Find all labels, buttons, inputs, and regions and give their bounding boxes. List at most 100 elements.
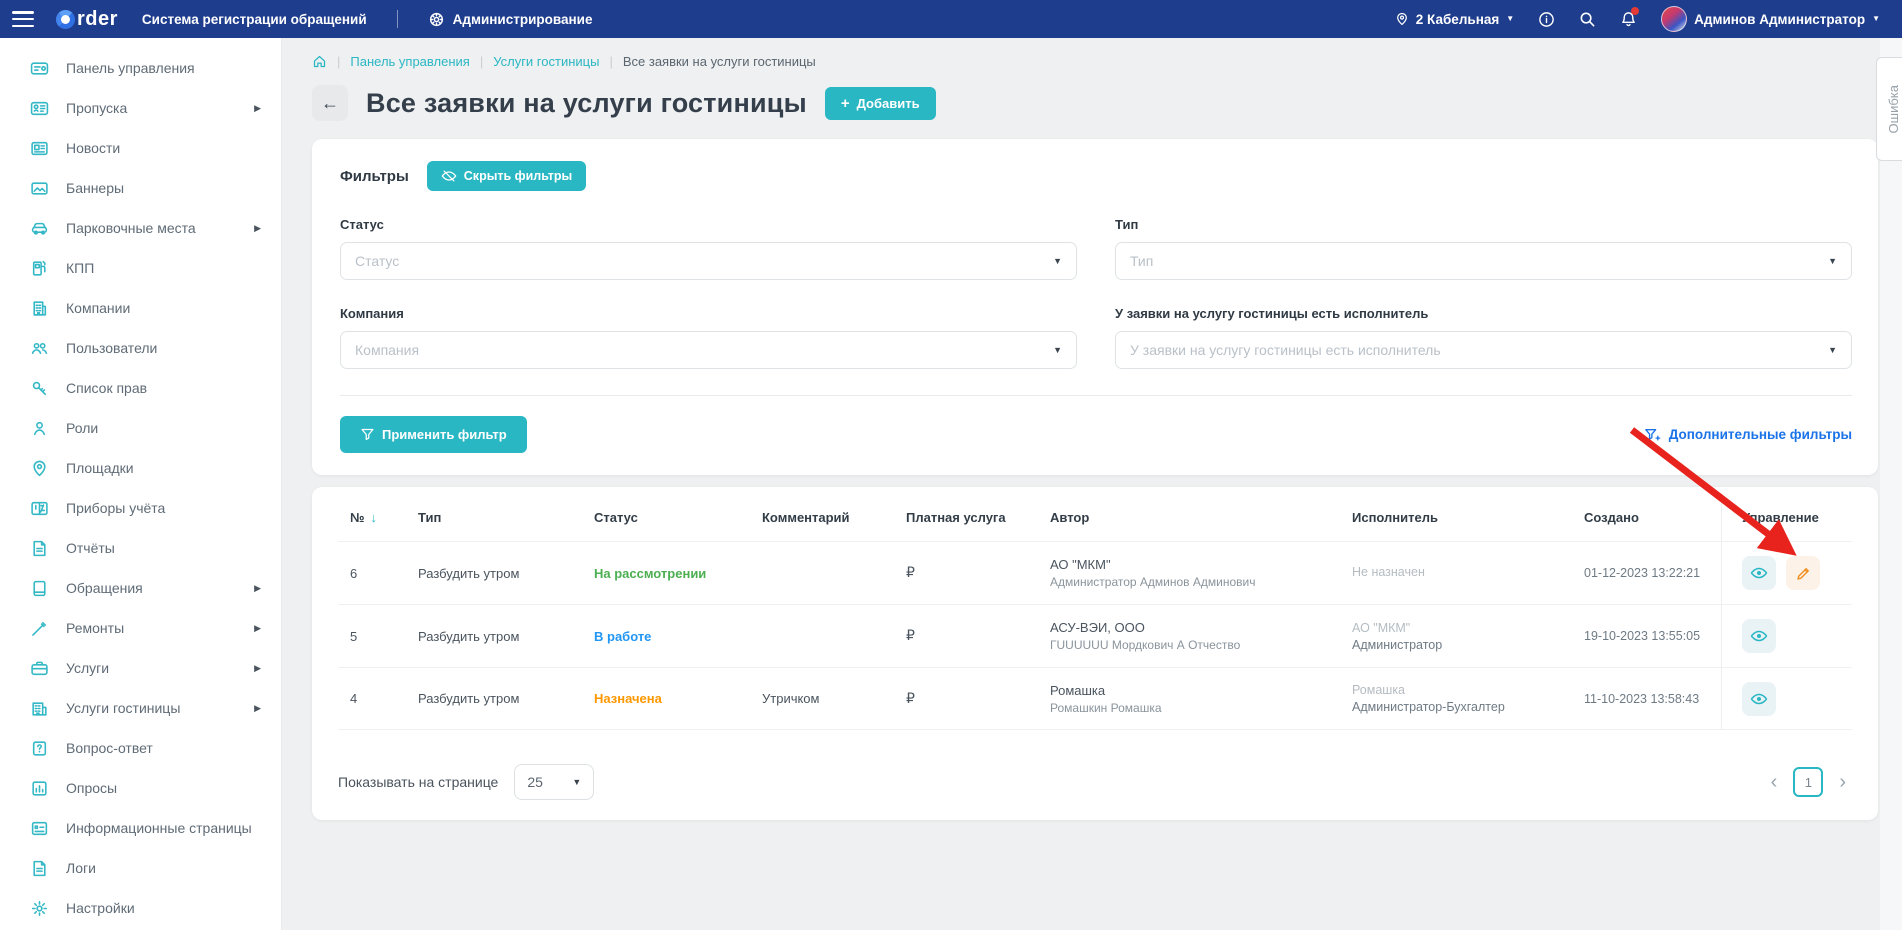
sidebar-item[interactable]: Информационные страницы [0, 808, 281, 848]
cell-executor: Не назначен [1352, 565, 1584, 582]
funnel-plus-icon [1644, 427, 1661, 443]
sidebar-item[interactable]: Баннеры [0, 168, 281, 208]
sidebar-item-label: Услуги [66, 660, 109, 676]
hotel-services-icon [30, 699, 49, 718]
sidebar-item-label: Отчёты [66, 540, 115, 556]
column-header: Статус [594, 510, 762, 525]
breadcrumb-separator: | [337, 54, 340, 69]
author-company: АО "МКМ" [1050, 557, 1352, 572]
current-page[interactable]: 1 [1793, 767, 1823, 797]
appeals-icon [30, 579, 49, 598]
filter-select[interactable]: У заявки на услугу гостиницы есть исполн… [1115, 331, 1852, 369]
filter-select-placeholder: Тип [1130, 253, 1828, 269]
notifications-bell-icon[interactable] [1620, 10, 1637, 28]
sidebar-item[interactable]: Приборы учёта [0, 488, 281, 528]
sidebar-item[interactable]: Логи [0, 848, 281, 888]
sidebar-item-label: Настройки [66, 900, 135, 916]
column-header: Платная услуга [906, 510, 1050, 525]
sidebar-item[interactable]: Панель управления [0, 48, 281, 88]
sidebar-item[interactable]: Услуги гостиницы▶ [0, 688, 281, 728]
info-icon[interactable] [1538, 11, 1555, 28]
filter-select[interactable]: Статус▼ [340, 242, 1077, 280]
sidebar-item-label: Обращения [66, 580, 143, 596]
column-header-label: № [350, 510, 365, 525]
executor-company: Не назначен [1352, 565, 1584, 579]
cell-manage [1721, 542, 1852, 604]
app-logo[interactable]: rder [56, 8, 118, 31]
sidebar-item-label: Услуги гостиницы [66, 700, 180, 716]
author-name: ГUUUUUU Мордкович А Отчество [1050, 638, 1352, 652]
sidebar-item[interactable]: Настройки [0, 888, 281, 928]
filter-select-placeholder: У заявки на услугу гостиницы есть исполн… [1130, 342, 1828, 358]
sidebar-item[interactable]: Обращения ▶ [0, 568, 281, 608]
sidebar-item[interactable]: Отчёты [0, 528, 281, 568]
user-menu[interactable]: Админов Администратор ▼ [1661, 6, 1880, 32]
home-icon[interactable] [312, 54, 327, 69]
sidebar-item[interactable]: Пропуска▶ [0, 88, 281, 128]
sidebar-item[interactable]: Вопрос-ответ [0, 728, 281, 768]
sidebar-item[interactable]: Парковочные места▶ [0, 208, 281, 248]
sidebar-item[interactable]: Роли [0, 408, 281, 448]
view-button[interactable] [1742, 556, 1776, 590]
sidebar-item-label: Новости [66, 140, 120, 156]
next-page-button[interactable]: › [1839, 772, 1846, 792]
hide-filters-button[interactable]: Скрыть фильтры [427, 161, 586, 191]
filter-select[interactable]: Компания▼ [340, 331, 1077, 369]
per-page-select[interactable]: 25 ▼ [514, 764, 594, 800]
filter-select-placeholder: Компания [355, 342, 1053, 358]
executor-role: Администратор [1352, 638, 1584, 652]
view-button[interactable] [1742, 619, 1776, 653]
location-selector[interactable]: 2 Кабельная ▼ [1395, 11, 1514, 27]
view-button[interactable] [1742, 682, 1776, 716]
apply-filter-button[interactable]: Применить фильтр [340, 416, 527, 453]
chevron-right-icon: ▶ [254, 623, 261, 634]
prev-page-button[interactable]: ‹ [1771, 772, 1778, 792]
cell-executor: РомашкаАдминистратор-Бухгалтер [1352, 683, 1584, 714]
roles-icon [30, 419, 49, 438]
menu-hamburger-icon[interactable] [12, 11, 34, 27]
sidebar-item[interactable]: Компании [0, 288, 281, 328]
sort-desc-icon[interactable]: ↓ [371, 510, 378, 525]
chevron-right-icon: ▶ [254, 663, 261, 674]
author-name: Ромашкин Ромашка [1050, 701, 1352, 715]
author-company: Ромашка [1050, 683, 1352, 698]
chevron-down-icon: ▼ [1053, 256, 1062, 266]
info-pages-icon [30, 819, 49, 838]
cell-type: Разбудить утром [418, 566, 594, 581]
sidebar-item[interactable]: Площадки [0, 448, 281, 488]
column-header: Управление [1721, 493, 1852, 541]
sidebar-item[interactable]: Ремонты▶ [0, 608, 281, 648]
sidebar-item[interactable]: Пользователи [0, 328, 281, 368]
sidebar-item[interactable]: Опросы [0, 768, 281, 808]
services-icon [30, 659, 49, 678]
filter-select[interactable]: Тип▼ [1115, 242, 1852, 280]
search-icon[interactable] [1579, 11, 1596, 28]
sidebar-item[interactable]: Список прав [0, 368, 281, 408]
edit-button[interactable] [1786, 556, 1820, 590]
table-row: 6Разбудить утромНа рассмотрении₽АО "МКМ"… [338, 541, 1852, 604]
sidebar-item-label: Приборы учёта [66, 500, 165, 516]
cell-author: АСУ-ВЭИ, ОООГUUUUUU Мордкович А Отчество [1050, 620, 1352, 652]
chevron-down-icon: ▼ [1828, 256, 1837, 266]
eye-icon [1750, 627, 1768, 645]
sidebar-item[interactable]: Услуги ▶ [0, 648, 281, 688]
chevron-right-icon: ▶ [254, 583, 261, 594]
scroll-gutter [1880, 38, 1902, 930]
sidebar-item[interactable]: Новости [0, 128, 281, 168]
table-row: 4Разбудить утромНазначенаУтричком₽Ромашк… [338, 667, 1852, 730]
column-header: Создано [1584, 510, 1721, 525]
chevron-down-icon: ▼ [1506, 15, 1514, 23]
breadcrumb-link[interactable]: Услуги гостиницы [493, 54, 599, 69]
add-button[interactable]: + Добавить [825, 87, 936, 120]
additional-filters-link[interactable]: Дополнительные фильтры [1644, 427, 1852, 443]
back-button[interactable]: ← [312, 85, 348, 121]
cell-type: Разбудить утром [418, 691, 594, 706]
filter-field: ТипТип▼ [1115, 217, 1852, 280]
sidebar-item-label: Пропуска [66, 100, 127, 116]
cell-author: АО "МКМ"Администратор Админов Админович [1050, 557, 1352, 589]
error-tab[interactable]: Ошибка [1876, 57, 1902, 161]
cell-manage [1721, 668, 1852, 729]
admin-section[interactable]: Администрирование [428, 11, 593, 28]
breadcrumb-link[interactable]: Панель управления [350, 54, 469, 69]
sidebar-item[interactable]: КПП [0, 248, 281, 288]
